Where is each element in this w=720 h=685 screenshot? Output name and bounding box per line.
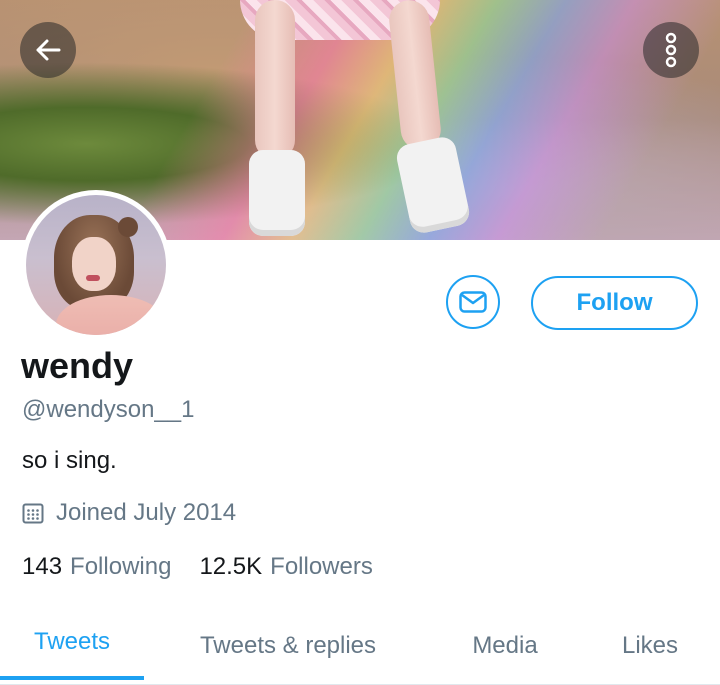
- joined-text: Joined July 2014: [56, 499, 237, 526]
- avatar-image: [26, 195, 166, 335]
- banner-image-figure: [245, 0, 475, 240]
- back-button[interactable]: [20, 22, 76, 78]
- followers-link[interactable]: 12.5K Followers: [199, 552, 372, 582]
- follow-button[interactable]: Follow: [531, 276, 698, 330]
- following-count: 143: [22, 553, 63, 580]
- profile-tabs: Tweets Tweets & replies Media Likes: [0, 610, 720, 685]
- following-label: Following: [70, 553, 172, 580]
- calendar-icon: [22, 502, 44, 524]
- message-button[interactable]: [446, 275, 500, 329]
- more-options-button[interactable]: [643, 22, 699, 78]
- followers-label: Followers: [270, 553, 373, 580]
- joined-date: Joined July 2014: [22, 498, 236, 528]
- more-vertical-icon: [665, 32, 677, 68]
- tab-tweets[interactable]: Tweets: [0, 606, 144, 680]
- envelope-icon: [459, 291, 487, 313]
- avatar[interactable]: [21, 190, 171, 340]
- display-name: wendy: [21, 345, 134, 386]
- followers-count: 12.5K: [199, 553, 263, 580]
- tab-tweets-and-replies[interactable]: Tweets & replies: [170, 610, 406, 682]
- user-handle: @wendyson__1: [22, 396, 195, 423]
- tab-media[interactable]: Media: [450, 610, 560, 682]
- follow-stats: 143 Following 12.5K Followers: [22, 552, 401, 582]
- following-link[interactable]: 143 Following: [22, 552, 171, 582]
- arrow-left-icon: [36, 39, 61, 61]
- bio-text: so i sing.: [22, 447, 117, 474]
- tab-likes[interactable]: Likes: [600, 610, 700, 682]
